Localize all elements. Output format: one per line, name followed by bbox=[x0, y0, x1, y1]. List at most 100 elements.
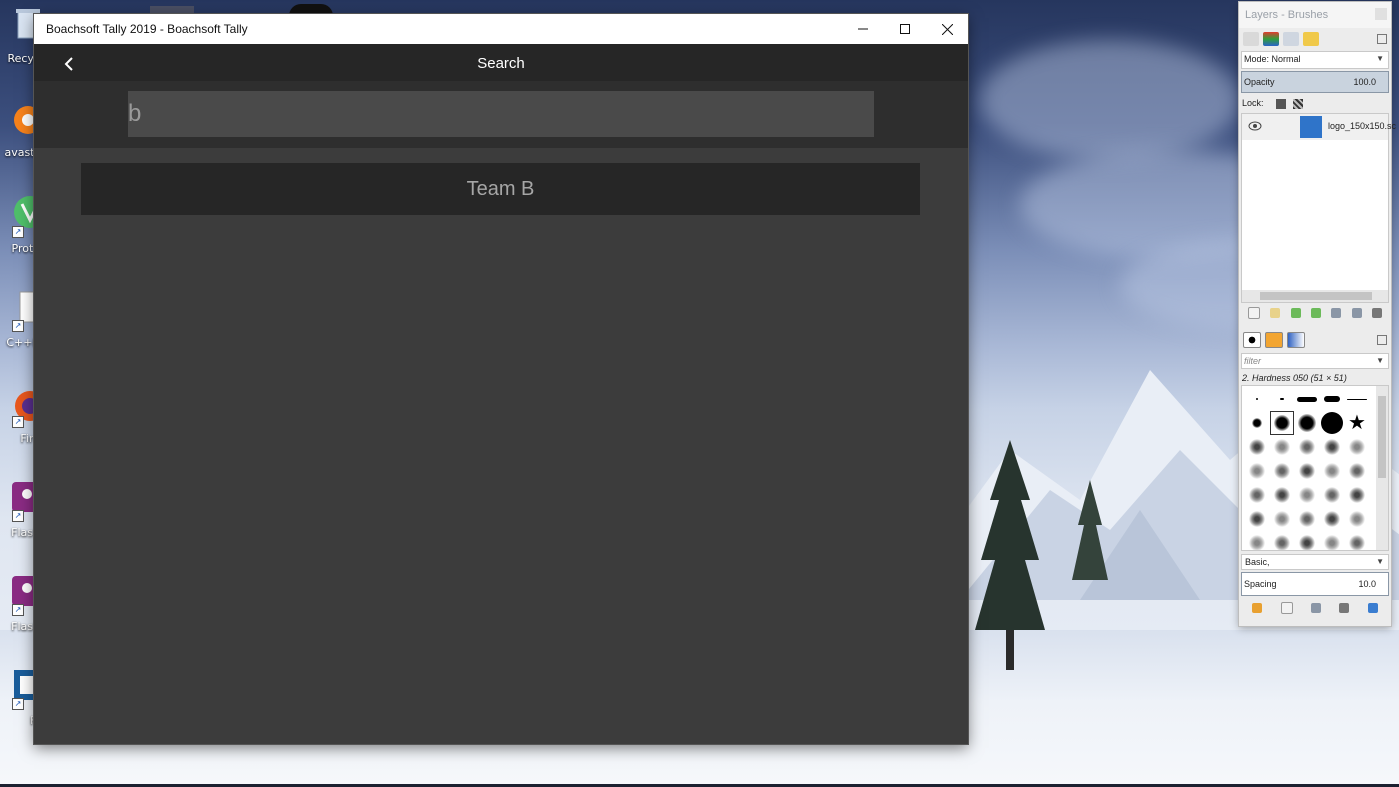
brush-thumbnail[interactable] bbox=[1271, 388, 1293, 410]
layer-row[interactable]: logo_150x150.sc bbox=[1242, 114, 1396, 140]
shortcut-arrow-icon: ↗ bbox=[12, 604, 24, 616]
eye-icon[interactable] bbox=[1248, 121, 1262, 131]
spacing-spinner[interactable]: Spacing 10.0 bbox=[1241, 572, 1389, 596]
brush-thumbnail[interactable] bbox=[1346, 460, 1368, 482]
result-item-team-b[interactable]: Team B bbox=[81, 163, 920, 215]
search-input[interactable] bbox=[128, 91, 874, 137]
layers-tab-row bbox=[1239, 28, 1391, 50]
brush-thumbnail[interactable] bbox=[1246, 532, 1268, 550]
preset-label: Basic, bbox=[1245, 557, 1270, 567]
layers-list: logo_150x150.sc bbox=[1241, 113, 1396, 303]
brush-thumbnail[interactable] bbox=[1271, 436, 1293, 458]
duplicate-brush-icon[interactable] bbox=[1310, 603, 1321, 613]
brush-thumbnail[interactable] bbox=[1321, 436, 1343, 458]
brush-preset-select[interactable]: Basic, ▼ bbox=[1241, 554, 1389, 570]
chevron-down-icon: ▼ bbox=[1376, 54, 1384, 63]
brush-thumbnail[interactable] bbox=[1296, 532, 1318, 550]
dock-close-button[interactable] bbox=[1375, 8, 1387, 20]
brush-thumbnail[interactable] bbox=[1271, 484, 1293, 506]
new-layer-icon[interactable] bbox=[1248, 307, 1261, 319]
new-layer-group-icon[interactable] bbox=[1270, 308, 1281, 318]
brush-thumbnail[interactable] bbox=[1346, 436, 1368, 458]
minimize-button[interactable] bbox=[842, 14, 884, 44]
edit-brush-icon[interactable] bbox=[1252, 603, 1263, 613]
brush-thumbnail[interactable] bbox=[1246, 508, 1268, 530]
pine-tree bbox=[975, 440, 1045, 670]
tab-menu-icon[interactable] bbox=[1377, 34, 1387, 44]
anchor-layer-icon[interactable] bbox=[1351, 308, 1362, 318]
shortcut-arrow-icon: ↗ bbox=[12, 510, 24, 522]
duplicate-layer-icon[interactable] bbox=[1331, 308, 1342, 318]
delete-brush-icon[interactable] bbox=[1339, 603, 1350, 613]
brush-thumbnail[interactable] bbox=[1346, 532, 1368, 550]
lock-paint-icon[interactable] bbox=[1276, 98, 1287, 109]
close-button[interactable] bbox=[926, 14, 968, 44]
window-titlebar[interactable]: Boachsoft Tally 2019 - Boachsoft Tally bbox=[34, 14, 968, 44]
gimp-layers-brushes-dock: Layers - Brushes Mode: Normal ▼ Opacity … bbox=[1239, 2, 1396, 626]
brush-thumbnail[interactable] bbox=[1246, 388, 1268, 410]
brush-thumbnail[interactable] bbox=[1246, 436, 1268, 458]
tab-menu-icon[interactable] bbox=[1377, 335, 1387, 345]
close-icon bbox=[941, 23, 953, 35]
lower-layer-icon[interactable] bbox=[1310, 308, 1321, 318]
brush-thumbnail[interactable] bbox=[1296, 388, 1318, 410]
shortcut-arrow-icon: ↗ bbox=[12, 226, 24, 238]
brush-thumbnail[interactable] bbox=[1296, 460, 1318, 482]
brush-thumbnail[interactable] bbox=[1321, 508, 1343, 530]
delete-layer-icon[interactable] bbox=[1371, 308, 1382, 318]
brushes-tab-icon[interactable] bbox=[1243, 332, 1261, 348]
brush-thumbnail[interactable] bbox=[1321, 388, 1343, 410]
brush-thumbnail[interactable] bbox=[1321, 460, 1343, 482]
chevron-down-icon: ▼ bbox=[1376, 557, 1384, 566]
undo-history-tab-icon[interactable] bbox=[1303, 32, 1319, 46]
lock-alpha-icon[interactable] bbox=[1292, 98, 1303, 109]
spacing-label: Spacing bbox=[1244, 579, 1277, 589]
maximize-button[interactable] bbox=[884, 14, 926, 44]
pine-tree bbox=[1072, 480, 1108, 580]
brush-thumbnail[interactable] bbox=[1321, 484, 1343, 506]
brush-thumbnail[interactable] bbox=[1346, 508, 1368, 530]
brush-grid: ★ bbox=[1241, 385, 1389, 551]
brush-thumbnail[interactable] bbox=[1346, 388, 1368, 410]
shortcut-arrow-icon: ↗ bbox=[12, 698, 24, 710]
opacity-spinner[interactable]: Opacity 100.0 bbox=[1241, 71, 1389, 93]
brush-thumbnail[interactable] bbox=[1246, 484, 1268, 506]
vertical-scrollbar[interactable] bbox=[1376, 386, 1388, 550]
brush-thumbnail[interactable] bbox=[1321, 412, 1343, 434]
brush-thumbnail[interactable] bbox=[1271, 532, 1293, 550]
brush-thumbnail[interactable] bbox=[1296, 436, 1318, 458]
app-header: Search bbox=[34, 44, 968, 81]
patterns-tab-icon[interactable] bbox=[1265, 332, 1283, 348]
layer-thumbnail bbox=[1300, 116, 1322, 138]
horizontal-scrollbar[interactable] bbox=[1242, 290, 1388, 302]
brush-thumbnail[interactable] bbox=[1271, 508, 1293, 530]
brush-filter-input[interactable]: filter ▼ bbox=[1241, 353, 1389, 369]
brush-thumbnail[interactable] bbox=[1296, 412, 1318, 434]
brushes-tab-row bbox=[1239, 329, 1391, 351]
layer-name: logo_150x150.sc bbox=[1328, 121, 1397, 131]
gradients-tab-icon[interactable] bbox=[1287, 332, 1305, 348]
mode-select[interactable]: Mode: Normal ▼ bbox=[1241, 51, 1389, 69]
brush-thumbnail[interactable] bbox=[1246, 412, 1268, 434]
minimize-icon bbox=[858, 28, 868, 30]
brush-thumbnail[interactable] bbox=[1346, 484, 1368, 506]
shortcut-arrow-icon: ↗ bbox=[12, 416, 24, 428]
brush-thumbnail[interactable] bbox=[1271, 460, 1293, 482]
refresh-brushes-icon[interactable] bbox=[1367, 603, 1378, 613]
brush-thumbnail[interactable] bbox=[1296, 508, 1318, 530]
dock-title[interactable]: Layers - Brushes bbox=[1239, 2, 1391, 28]
brush-thumbnail[interactable] bbox=[1246, 460, 1268, 482]
brush-thumbnail[interactable] bbox=[1296, 484, 1318, 506]
new-brush-icon[interactable] bbox=[1280, 602, 1293, 614]
app-window: Boachsoft Tally 2019 - Boachsoft Tally S… bbox=[34, 14, 968, 744]
brush-thumbnail[interactable] bbox=[1321, 532, 1343, 550]
shortcut-arrow-icon: ↗ bbox=[12, 320, 24, 332]
raise-layer-icon[interactable] bbox=[1290, 308, 1301, 318]
layers-tab-icon[interactable] bbox=[1243, 32, 1259, 46]
lock-label: Lock: bbox=[1242, 98, 1264, 108]
channels-tab-icon[interactable] bbox=[1263, 32, 1279, 46]
layer-buttons-row bbox=[1239, 303, 1391, 323]
brush-thumbnail[interactable] bbox=[1270, 411, 1294, 435]
paths-tab-icon[interactable] bbox=[1283, 32, 1299, 46]
brush-thumbnail[interactable]: ★ bbox=[1346, 412, 1368, 434]
